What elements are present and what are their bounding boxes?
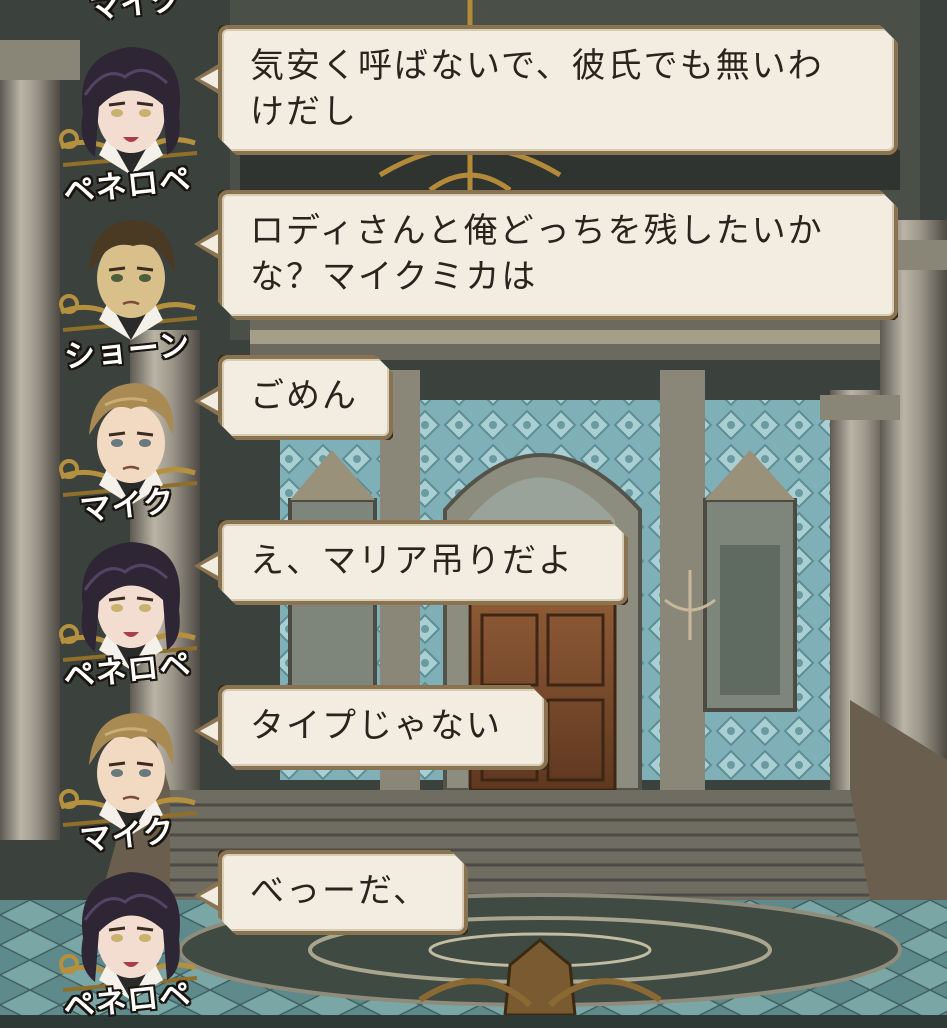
message-text-line: 気安く呼ばないで、彼氏でも無いわ — [250, 46, 824, 86]
chat-message: ペネロペ え、マリア吊りだよ — [0, 520, 947, 696]
speech-bubble: ごめん — [218, 355, 393, 440]
speech-bubble-tail — [194, 385, 220, 417]
message-text-line: え、マリア吊りだよ — [250, 541, 574, 581]
message-text-line: な？マイクミカは — [250, 257, 538, 297]
speech-bubble-tail — [194, 715, 220, 747]
chat-message: ペネロペ 気安く呼ばないで、彼氏でも無いわ けだし — [0, 25, 947, 211]
speech-bubble-tail — [194, 228, 220, 260]
speech-bubble: タイプじゃない — [218, 685, 548, 770]
speech-bubble-tail — [194, 550, 220, 582]
chat-message: マイク ごめん — [0, 355, 947, 529]
speech-bubble: ロディさんと俺どっちを残したいか な？マイクミカは — [218, 190, 898, 320]
speech-bubble: べっーだ、 — [218, 850, 468, 935]
chat-message: マイク タイプじゃない — [0, 685, 947, 859]
message-text-line: けだし — [250, 92, 358, 132]
message-text-line: べっーだ、 — [250, 871, 429, 911]
speech-bubble: え、マリア吊りだよ — [218, 520, 628, 605]
speech-bubble: 気安く呼ばないで、彼氏でも無いわ けだし — [218, 25, 898, 155]
speech-bubble-tail — [194, 63, 220, 95]
chat-message: ショーン ロディさんと俺どっちを残したいか な？マイクミカは — [0, 190, 947, 375]
chat-message: ペネロペ べっーだ、 — [0, 850, 947, 1026]
message-text-line: タイプじゃない — [250, 706, 502, 746]
message-text-line: ロディさんと俺どっちを残したいか — [250, 211, 824, 251]
speech-bubble-tail — [194, 880, 220, 912]
message-text-line: ごめん — [250, 376, 358, 416]
